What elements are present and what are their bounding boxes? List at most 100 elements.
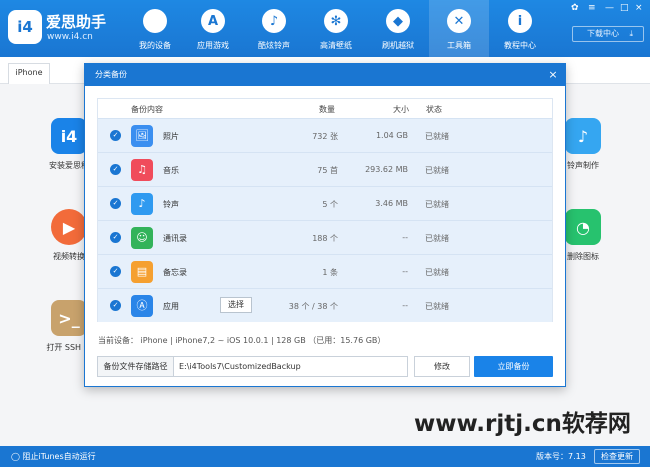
maximize-icon[interactable]: □: [620, 3, 629, 13]
nav-toolbox[interactable]: ✕ 工具箱: [429, 0, 489, 57]
download-center-label: 下载中心: [587, 29, 619, 38]
table-row-ringtones[interactable]: ✓ ♪ 铃声 5 个 3.46 MB 已就绪: [98, 186, 552, 220]
checkbox-checked-icon[interactable]: ✓: [110, 232, 121, 243]
settings-icon[interactable]: ✿: [571, 3, 579, 13]
brand-name: 爱思助手: [46, 13, 107, 31]
minimize-icon[interactable]: —: [605, 3, 614, 13]
row-count: 188 个: [312, 234, 338, 243]
check-update-button[interactable]: 检查更新: [594, 449, 640, 464]
category-backup-dialog: 分类备份 × 备份内容 数量 大小 状态 ✓ 🖼 照片 732 张 1.04 G…: [84, 63, 566, 387]
music-icon: ♫: [131, 159, 153, 181]
nav-tutorials[interactable]: i 教程中心: [491, 0, 549, 57]
row-size: 1.04 GB: [375, 131, 408, 140]
select-apps-button[interactable]: 选择: [220, 297, 252, 313]
checkbox-checked-icon[interactable]: ✓: [110, 130, 121, 141]
version-label: 版本号：7.13: [536, 452, 586, 461]
row-name: 照片: [163, 132, 179, 141]
row-count: 732 张: [312, 132, 338, 141]
contacts-icon: ☺: [131, 227, 153, 249]
nav-my-device[interactable]: 我的设备: [126, 0, 184, 57]
row-name: 铃声: [163, 200, 179, 209]
close-icon[interactable]: ×: [547, 69, 559, 81]
row-count: 1 条: [322, 268, 338, 277]
table-row-music[interactable]: ✓ ♫ 音乐 75 首 293.62 MB 已就绪: [98, 152, 552, 186]
dialog-title: 分类备份: [95, 70, 127, 79]
row-count: 38 个 / 38 个: [288, 302, 338, 311]
table-row-contacts[interactable]: ✓ ☺ 通讯录 188 个 -- 已就绪: [98, 220, 552, 254]
download-icon: ⤓: [629, 29, 634, 38]
table-row-notes[interactable]: ✓ ▤ 备忘录 1 条 -- 已就绪: [98, 254, 552, 288]
site-watermark: www.rjtj.cn软荐网: [414, 411, 631, 437]
backup-path-input[interactable]: E:\i4Tools7\CustomizedBackup: [174, 356, 408, 377]
brand-url: www.i4.cn: [47, 32, 93, 42]
nav-label: 教程中心: [504, 41, 536, 50]
col-count: 数量: [319, 105, 335, 114]
nav-ringtones[interactable]: ♪ 酷炫铃声: [245, 0, 303, 57]
row-size: --: [402, 267, 408, 276]
nav-label: 工具箱: [447, 41, 471, 50]
app-store-icon: Ⓐ: [131, 295, 153, 317]
i4-app-icon: i4: [51, 118, 87, 154]
col-status: 状态: [426, 105, 442, 114]
row-status: 已就绪: [425, 166, 449, 175]
nav-label: 应用游戏: [197, 41, 229, 50]
row-status: 已就绪: [425, 234, 449, 243]
block-itunes-label: 阻止iTunes自动运行: [22, 452, 96, 461]
row-name: 音乐: [163, 166, 179, 175]
nav-apps-games[interactable]: A 应用游戏: [184, 0, 242, 57]
row-name: 通讯录: [163, 234, 187, 243]
col-size: 大小: [393, 105, 409, 114]
checkbox-checked-icon[interactable]: ✓: [110, 164, 121, 175]
bell-icon: ♪: [131, 193, 153, 215]
nav-wallpapers[interactable]: ✻ 高清壁纸: [307, 0, 365, 57]
row-name: 备忘录: [163, 268, 187, 277]
current-device-info: 当前设备： iPhone | iPhone7,2 ~ iOS 10.0.1 | …: [98, 336, 386, 345]
row-name: 应用: [163, 302, 179, 311]
row-size: 293.62 MB: [365, 165, 408, 174]
row-size: --: [402, 301, 408, 310]
nav-label: 酷炫铃声: [258, 41, 290, 50]
circle-icon: ◯: [11, 452, 20, 461]
col-content: 备份内容: [131, 105, 163, 114]
gear-wallpaper-icon: ✻: [324, 9, 348, 33]
status-bar: ◯ 阻止iTunes自动运行 版本号：7.13 检查更新: [0, 446, 650, 467]
nav-flash-jailbreak[interactable]: ◆ 刷机越狱: [369, 0, 427, 57]
checkbox-checked-icon[interactable]: ✓: [110, 266, 121, 277]
apple-icon: [143, 9, 167, 33]
row-status: 已就绪: [425, 132, 449, 141]
app-store-icon: A: [201, 9, 225, 33]
i4-logo: i4: [8, 10, 42, 44]
tools-icon: ✕: [447, 9, 471, 33]
table-row-apps[interactable]: ✓ Ⓐ 应用 选择 38 个 / 38 个 -- 已就绪: [98, 288, 552, 322]
photos-icon: 🖼: [131, 125, 153, 147]
download-center-button[interactable]: 下载中心 ⤓: [572, 26, 644, 42]
backup-table: 备份内容 数量 大小 状态 ✓ 🖼 照片 732 张 1.04 GB 已就绪 ✓…: [97, 98, 553, 322]
row-status: 已就绪: [425, 268, 449, 277]
info-icon: i: [508, 9, 532, 33]
row-status: 已就绪: [425, 302, 449, 311]
backup-path-row: 备份文件存储路径 E:\i4Tools7\CustomizedBackup 修改…: [97, 356, 555, 377]
row-count: 5 个: [322, 200, 338, 209]
nav-label: 高清壁纸: [320, 41, 352, 50]
nav-label: 刷机越狱: [382, 41, 414, 50]
menu-icon[interactable]: ≡: [588, 3, 596, 13]
close-icon[interactable]: ×: [635, 3, 643, 13]
block-itunes-toggle[interactable]: ◯ 阻止iTunes自动运行: [11, 451, 96, 462]
dropbox-icon: ◆: [386, 9, 410, 33]
modify-path-button[interactable]: 修改: [414, 356, 470, 377]
device-tab-iphone[interactable]: iPhone: [8, 63, 50, 84]
table-row-photos[interactable]: ✓ 🖼 照片 732 张 1.04 GB 已就绪: [98, 118, 552, 152]
table-header: 备份内容 数量 大小 状态: [98, 99, 552, 118]
row-size: 3.46 MB: [375, 199, 408, 208]
top-bar: i4 爱思助手 www.i4.cn 我的设备 A 应用游戏 ♪ 酷炫铃声 ✻ 高…: [0, 0, 650, 57]
backup-now-button[interactable]: 立即备份: [474, 356, 553, 377]
checkbox-checked-icon[interactable]: ✓: [110, 198, 121, 209]
bell-icon: ♪: [262, 9, 286, 33]
notes-icon: ▤: [131, 261, 153, 283]
row-status: 已就绪: [425, 200, 449, 209]
pie-icon: ◔: [565, 209, 601, 245]
terminal-icon: >_: [51, 300, 87, 336]
backup-path-label: 备份文件存储路径: [97, 356, 174, 377]
nav-label: 我的设备: [139, 41, 171, 50]
checkbox-checked-icon[interactable]: ✓: [110, 300, 121, 311]
